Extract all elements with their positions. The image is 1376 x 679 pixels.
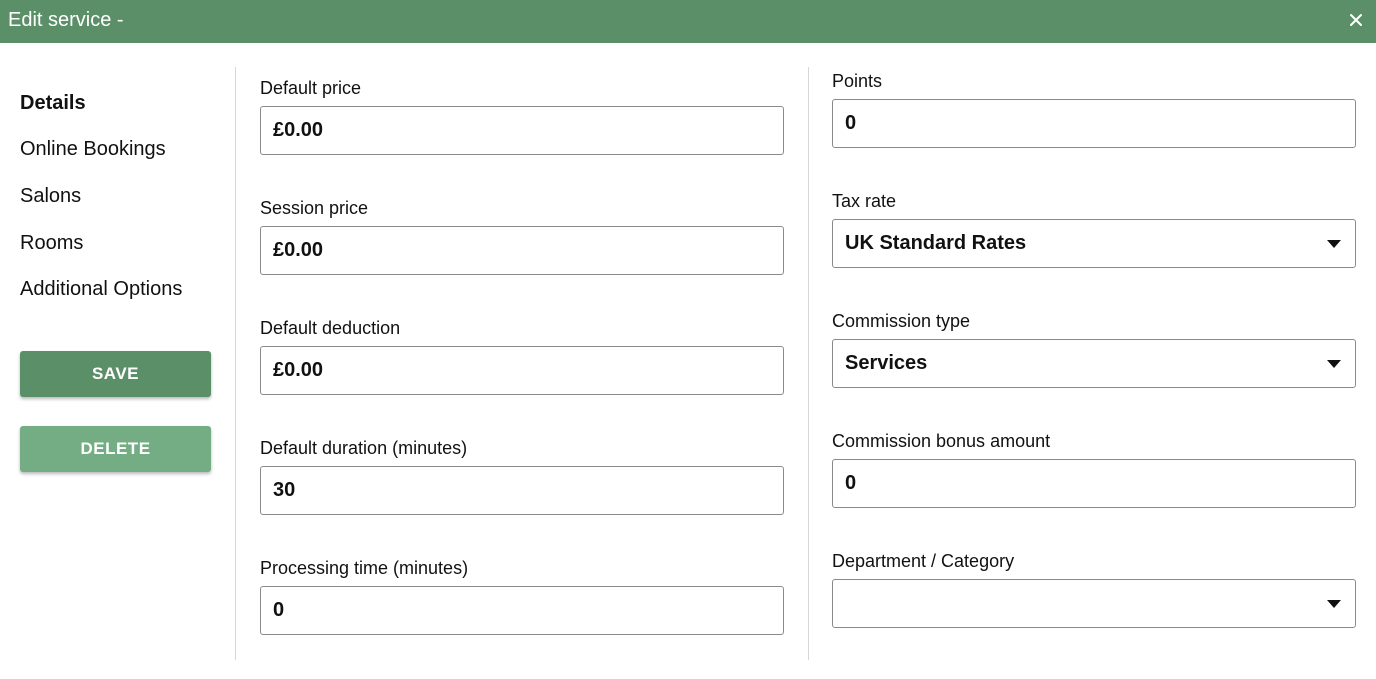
sidebar-divider bbox=[235, 67, 236, 660]
tax-rate-value: UK Standard Rates bbox=[845, 232, 1027, 254]
session-price-label: Session price bbox=[260, 198, 369, 218]
dialog-header: Edit service - bbox=[0, 0, 1376, 43]
session-price-input[interactable]: £0.00 bbox=[260, 226, 784, 275]
delete-button[interactable]: DELETE bbox=[20, 426, 211, 472]
default-price-input[interactable]: £0.00 bbox=[260, 106, 784, 155]
default-duration-value: 30 bbox=[273, 479, 296, 501]
commission-type-label: Commission type bbox=[832, 311, 971, 331]
sidebar-item-rooms[interactable]: Rooms bbox=[20, 231, 83, 255]
commission-bonus-value: 0 bbox=[845, 472, 857, 494]
column-divider bbox=[808, 67, 809, 660]
edit-service-dialog: Edit service - Details Online Bookings S… bbox=[0, 0, 1376, 679]
points-value: 0 bbox=[845, 112, 857, 134]
caret-down-icon bbox=[1327, 599, 1341, 608]
points-input[interactable]: 0 bbox=[832, 99, 1356, 148]
dialog-title: Edit service - bbox=[8, 9, 124, 31]
default-duration-input[interactable]: 30 bbox=[260, 466, 784, 515]
processing-time-value: 0 bbox=[273, 599, 285, 621]
save-button[interactable]: SAVE bbox=[20, 351, 211, 397]
caret-down-icon bbox=[1327, 239, 1341, 248]
default-deduction-label: Default deduction bbox=[260, 318, 401, 338]
sidebar-item-salons[interactable]: Salons bbox=[20, 184, 81, 208]
tax-rate-select[interactable]: UK Standard Rates bbox=[832, 219, 1356, 268]
default-deduction-value: £0.00 bbox=[273, 359, 324, 381]
sidebar-item-additional-options[interactable]: Additional Options bbox=[20, 277, 182, 301]
commission-bonus-label: Commission bonus amount bbox=[832, 431, 1051, 451]
commission-type-value: Services bbox=[845, 352, 928, 374]
department-category-label: Department / Category bbox=[832, 551, 1015, 571]
tax-rate-label: Tax rate bbox=[832, 191, 897, 211]
default-deduction-input[interactable]: £0.00 bbox=[260, 346, 784, 395]
points-label: Points bbox=[832, 71, 883, 91]
processing-time-input[interactable]: 0 bbox=[260, 586, 784, 635]
sidebar-item-online-bookings[interactable]: Online Bookings bbox=[20, 137, 166, 161]
default-duration-label: Default duration (minutes) bbox=[260, 438, 468, 458]
default-price-label: Default price bbox=[260, 78, 362, 98]
default-price-value: £0.00 bbox=[273, 119, 324, 141]
caret-down-icon bbox=[1327, 359, 1341, 368]
session-price-value: £0.00 bbox=[273, 239, 324, 261]
sidebar-item-details[interactable]: Details bbox=[20, 91, 86, 115]
department-category-select[interactable] bbox=[832, 579, 1356, 628]
processing-time-label: Processing time (minutes) bbox=[260, 558, 469, 578]
close-icon[interactable] bbox=[1344, 9, 1368, 31]
commission-type-select[interactable]: Services bbox=[832, 339, 1356, 388]
commission-bonus-input[interactable]: 0 bbox=[832, 459, 1356, 508]
